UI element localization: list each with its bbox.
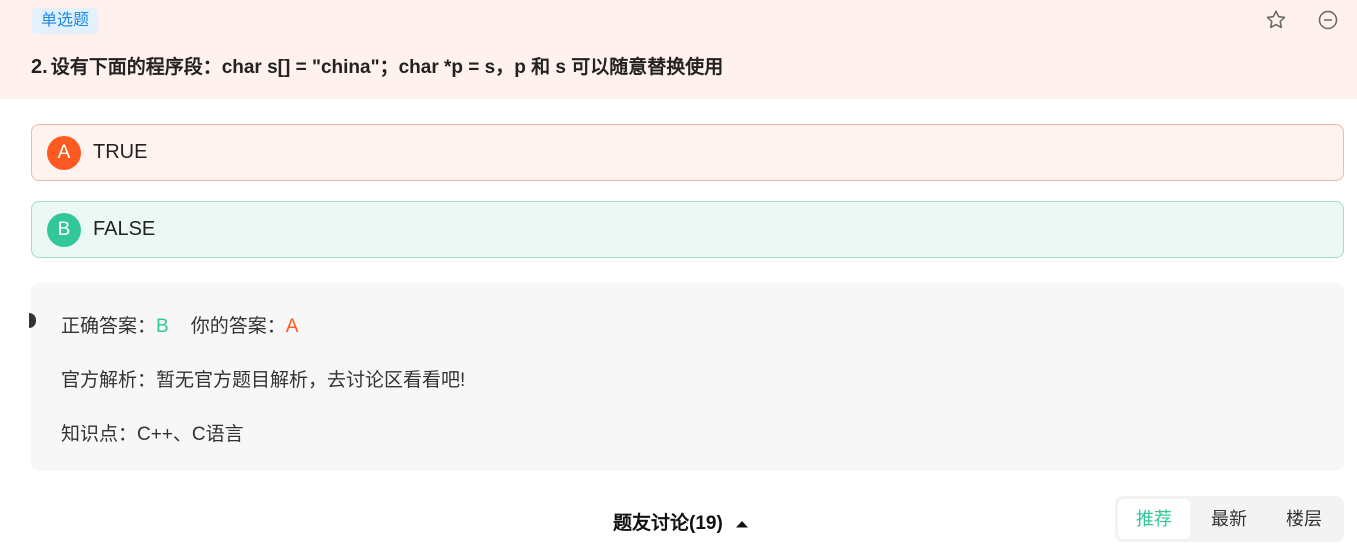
official-analysis: 官方解析：暂无官方题目解析，去讨论区看看吧! bbox=[61, 370, 466, 391]
option-a-text: TRUE bbox=[93, 141, 148, 163]
knowledge-points: 知识点：C++、C语言 bbox=[61, 424, 244, 445]
discussion-label: 题友讨论(19) bbox=[613, 513, 723, 534]
tab-floor[interactable]: 楼层 bbox=[1268, 499, 1340, 539]
your-answer-value: A bbox=[285, 316, 299, 337]
sort-tabs: 推荐 最新 楼层 bbox=[1115, 496, 1344, 542]
your-answer-label: 你的答案： bbox=[190, 316, 286, 337]
star-icon[interactable] bbox=[1264, 8, 1288, 32]
option-a[interactable]: A TRUE bbox=[31, 124, 1344, 181]
question-header: 单选题 2. 设有下面的程序段：char s[] = "china"；char *… bbox=[0, 0, 1357, 99]
question-title: 2. 设有下面的程序段：char s[] = "china"；char *p = … bbox=[31, 52, 723, 79]
panel-marker bbox=[29, 313, 36, 328]
correct-answer-label: 正确答案： bbox=[61, 316, 157, 337]
question-type-badge: 单选题 bbox=[32, 8, 99, 34]
tab-latest[interactable]: 最新 bbox=[1190, 499, 1268, 539]
tab-recommended[interactable]: 推荐 bbox=[1118, 499, 1190, 539]
answer-result-line: 正确答案：B 你的答案：A bbox=[61, 311, 298, 338]
question-text: 设有下面的程序段：char s[] = "china"；char *p = s，… bbox=[50, 57, 724, 78]
option-b-letter: B bbox=[47, 212, 81, 247]
correct-answer-value: B bbox=[156, 316, 169, 337]
option-b[interactable]: B FALSE bbox=[31, 201, 1344, 258]
question-number: 2. bbox=[31, 56, 48, 78]
caret-up-icon bbox=[735, 513, 749, 535]
discussion-toggle[interactable]: 题友讨论(19) bbox=[613, 508, 749, 535]
answer-panel: 正确答案：B 你的答案：A 官方解析：暂无官方题目解析，去讨论区看看吧! 知识点：… bbox=[29, 283, 1344, 471]
option-b-text: FALSE bbox=[93, 218, 156, 240]
minus-circle-icon[interactable] bbox=[1316, 8, 1340, 32]
option-a-letter: A bbox=[47, 135, 81, 170]
